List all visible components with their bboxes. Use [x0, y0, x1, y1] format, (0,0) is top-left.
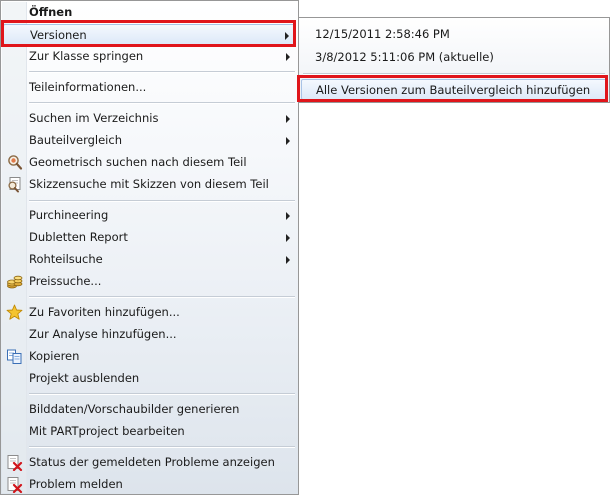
- submenu-item-alle-versionen[interactable]: Alle Versionen zum Bauteilvergleich hinz…: [301, 79, 607, 100]
- menu-item-status-probleme[interactable]: Status der gemeldeten Probleme anzeigen: [3, 452, 296, 473]
- menu-item-label: Rohteilsuche: [29, 252, 103, 266]
- submenu-arrow-icon: [286, 137, 290, 145]
- menu-item-purchineering[interactable]: Purchineering: [3, 205, 296, 226]
- menu-item-rohteilsuche[interactable]: Rohteilsuche: [3, 249, 296, 270]
- coins-icon: [7, 275, 23, 289]
- menu-item-label: Versionen: [30, 28, 87, 42]
- menu-separator: [29, 71, 295, 73]
- menu-item-bauteilvergleich[interactable]: Bauteilvergleich: [3, 130, 296, 151]
- menu-item-label: Zu Favoriten hinzufügen...: [29, 305, 180, 319]
- menu-item-problem-melden[interactable]: Problem melden: [3, 474, 296, 495]
- star-icon: [6, 304, 23, 320]
- menu-item-label: Skizzensuche mit Skizzen von diesem Teil: [29, 177, 269, 191]
- submenu-arrow-icon: [286, 212, 290, 220]
- geometric-search-icon: [8, 155, 23, 170]
- menu-item-zu-favoriten[interactable]: Zu Favoriten hinzufügen...: [3, 302, 296, 323]
- submenu-item-label: 3/8/2012 5:11:06 PM (aktuelle): [315, 50, 494, 64]
- sketch-search-icon: [8, 177, 21, 193]
- submenu-item-version-1[interactable]: 12/15/2011 2:58:46 PM: [301, 24, 607, 45]
- menu-item-bilddaten-generieren[interactable]: Bilddaten/Vorschaubilder generieren: [3, 399, 296, 420]
- copy-icon: [7, 349, 22, 364]
- menu-item-label: Bilddaten/Vorschaubilder generieren: [29, 402, 240, 416]
- submenu-separator: [303, 73, 605, 75]
- menu-separator: [29, 296, 295, 298]
- menu-item-skizzensuche[interactable]: Skizzensuche mit Skizzen von diesem Teil: [3, 174, 296, 195]
- bug-report-status-icon: [7, 455, 23, 471]
- menu-separator: [29, 102, 295, 104]
- menu-item-zur-analyse[interactable]: Zur Analyse hinzufügen...: [3, 324, 296, 345]
- context-menu: Öffnen Versionen Zur Klasse springen Tei…: [0, 0, 299, 495]
- submenu-item-version-2[interactable]: 3/8/2012 5:11:06 PM (aktuelle): [301, 47, 607, 68]
- submenu-arrow-icon: [285, 32, 289, 40]
- menu-item-label: Status der gemeldeten Probleme anzeigen: [29, 455, 275, 469]
- menu-separator: [29, 393, 295, 395]
- submenu-item-label: Alle Versionen zum Bauteilvergleich hinz…: [316, 83, 591, 97]
- menu-item-zur-klasse-springen[interactable]: Zur Klasse springen: [3, 46, 296, 67]
- menu-item-label: Problem melden: [29, 477, 123, 491]
- menu-item-label: Purchineering: [29, 208, 109, 222]
- menu-item-label: Suchen im Verzeichnis: [29, 111, 159, 125]
- menu-separator: [29, 200, 295, 202]
- menu-item-oeffnen[interactable]: Öffnen: [3, 2, 296, 23]
- menu-item-label: Geometrisch suchen nach diesem Teil: [29, 155, 247, 169]
- menu-item-label: Teileinformationen...: [29, 80, 147, 94]
- versionen-submenu: 12/15/2011 2:58:46 PM 3/8/2012 5:11:06 P…: [298, 17, 610, 103]
- menu-item-label: Preissuche...: [29, 274, 102, 288]
- menu-item-label: Dubletten Report: [29, 230, 128, 244]
- menu-item-kopieren[interactable]: Kopieren: [3, 346, 296, 367]
- menu-item-preissuche[interactable]: Preissuche...: [3, 271, 296, 292]
- submenu-arrow-icon: [286, 115, 290, 123]
- menu-item-label: Kopieren: [29, 349, 80, 363]
- menu-item-projekt-ausblenden[interactable]: Projekt ausblenden: [3, 368, 296, 389]
- menu-item-label: Zur Klasse springen: [29, 49, 144, 63]
- menu-item-suchen-im-verzeichnis[interactable]: Suchen im Verzeichnis: [3, 108, 296, 129]
- menu-item-label: Öffnen: [29, 5, 73, 19]
- menu-item-dubletten-report[interactable]: Dubletten Report: [3, 227, 296, 248]
- menu-item-teileinformationen[interactable]: Teileinformationen...: [3, 77, 296, 98]
- menu-item-label: Projekt ausblenden: [29, 371, 140, 385]
- menu-item-partproject-bearbeiten[interactable]: Mit PARTproject bearbeiten: [3, 421, 296, 442]
- menu-item-label: Bauteilvergleich: [29, 133, 122, 147]
- menu-item-versionen[interactable]: Versionen: [3, 24, 296, 45]
- menu-item-label: Zur Analyse hinzufügen...: [29, 327, 177, 341]
- menu-item-label: Mit PARTproject bearbeiten: [29, 424, 185, 438]
- submenu-arrow-icon: [286, 256, 290, 264]
- submenu-arrow-icon: [286, 53, 290, 61]
- bug-report-icon: [7, 477, 23, 493]
- submenu-item-label: 12/15/2011 2:58:46 PM: [315, 27, 450, 41]
- submenu-arrow-icon: [286, 234, 290, 242]
- menu-separator: [29, 446, 295, 448]
- menu-item-geometrisch-suchen[interactable]: Geometrisch suchen nach diesem Teil: [3, 152, 296, 173]
